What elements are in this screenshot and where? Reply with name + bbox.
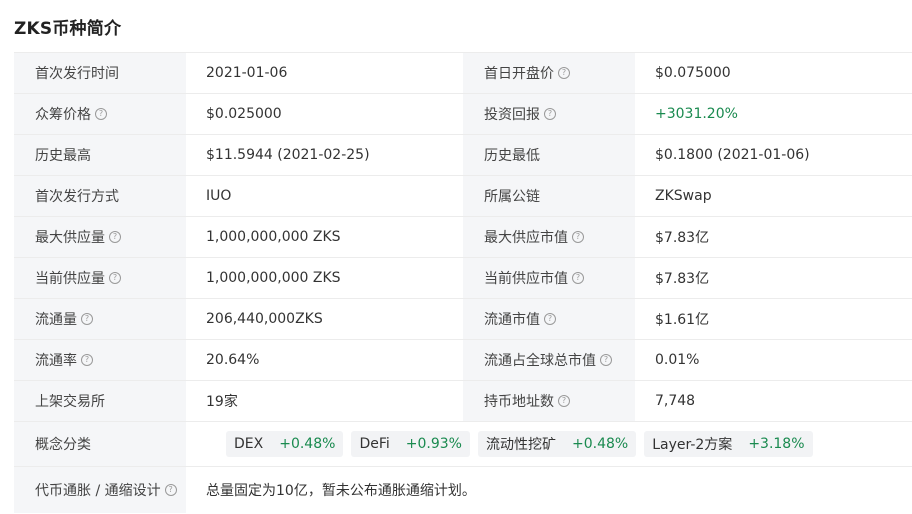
help-icon[interactable]: ?: [95, 108, 107, 120]
value-circulation-rate: 20.64%: [186, 340, 463, 380]
value-all-time-high: $11.5944 (2021-02-25): [186, 135, 463, 175]
label-token-inflation-design: 代币通胀 / 通缩设计?: [14, 467, 186, 513]
table-row: 上架交易所 19家 持币地址数? 7,748: [14, 381, 912, 422]
label-public-chain: 所属公链: [463, 176, 635, 216]
table-row: 首次发行方式 IUO 所属公链 ZKSwap: [14, 176, 912, 217]
help-icon[interactable]: ?: [81, 354, 93, 366]
label-roi: 投资回报?: [463, 94, 635, 134]
concept-tag[interactable]: Layer-2方案 +3.18%: [644, 431, 813, 457]
help-icon[interactable]: ?: [164, 484, 177, 496]
label-concept-category: 概念分类: [14, 422, 186, 466]
value-token-inflation-design: 总量固定为10亿，暂未公布通胀通缩计划。: [186, 467, 912, 513]
page-title: ZKS币种简介: [14, 19, 122, 39]
help-icon[interactable]: ?: [544, 313, 556, 325]
table-row: 流通率? 20.64% 流通占全球总市值? 0.01%: [14, 340, 912, 381]
concept-tag-change: +3.18%: [748, 436, 805, 452]
label-global-market-share: 流通占全球总市值?: [463, 340, 635, 380]
value-max-supply: 1,000,000,000 ZKS: [186, 217, 463, 257]
value-circulating-supply: 206,440,000ZKS: [186, 299, 463, 339]
inflation-row: 代币通胀 / 通缩设计? 总量固定为10亿，暂未公布通胀通缩计划。: [14, 467, 912, 513]
value-roi: +3031.20%: [635, 94, 912, 134]
value-all-time-low: $0.1800 (2021-01-06): [635, 135, 912, 175]
help-icon[interactable]: ?: [572, 231, 584, 243]
concept-tag[interactable]: DeFi +0.93%: [351, 431, 470, 457]
value-first-day-open-price: $0.075000: [635, 53, 912, 93]
label-max-supply-market-cap: 最大供应市值?: [463, 217, 635, 257]
label-holder-addresses: 持币地址数?: [463, 381, 635, 421]
concept-tag-change: +0.93%: [405, 436, 462, 452]
help-icon[interactable]: ?: [600, 354, 612, 366]
table-row: 最大供应量? 1,000,000,000 ZKS 最大供应市值? $7.83亿: [14, 217, 912, 258]
value-first-issue-date: 2021-01-06: [186, 53, 463, 93]
concept-row: 概念分类 DEX +0.48% DeFi +0.93% 流动性挖矿 +0.48% La…: [14, 422, 912, 467]
help-icon[interactable]: ?: [544, 108, 556, 120]
label-first-day-open-price: 首日开盘价?: [463, 53, 635, 93]
table-row: 众筹价格? $0.025000 投资回报? +3031.20%: [14, 94, 912, 135]
value-global-market-share: 0.01%: [635, 340, 912, 380]
help-icon[interactable]: ?: [558, 67, 570, 79]
label-circulation-rate: 流通率?: [14, 340, 186, 380]
label-issue-method: 首次发行方式: [14, 176, 186, 216]
label-current-supply: 当前供应量?: [14, 258, 186, 298]
coin-info-table: 首次发行时间 2021-01-06 首日开盘价? $0.075000 众筹价格?…: [14, 52, 912, 513]
value-holder-addresses: 7,748: [635, 381, 912, 421]
label-crowdfund-price: 众筹价格?: [14, 94, 186, 134]
table-row: 首次发行时间 2021-01-06 首日开盘价? $0.075000: [14, 53, 912, 94]
concept-tag[interactable]: DEX +0.48%: [226, 431, 344, 457]
label-current-supply-market-cap: 当前供应市值?: [463, 258, 635, 298]
value-exchanges: 19家: [186, 381, 463, 421]
label-max-supply: 最大供应量?: [14, 217, 186, 257]
concept-tag-change: +0.48%: [571, 436, 629, 452]
concept-tag-list: DEX +0.48% DeFi +0.93% 流动性挖矿 +0.48% Layer-2…: [206, 431, 813, 457]
label-circulating-market-cap: 流通市值?: [463, 299, 635, 339]
value-current-supply-market-cap: $7.83亿: [635, 258, 912, 298]
concept-tag[interactable]: 流动性挖矿 +0.48%: [477, 431, 637, 457]
help-icon[interactable]: ?: [109, 272, 121, 284]
concept-tag-change: +0.48%: [279, 436, 336, 452]
value-crowdfund-price: $0.025000: [186, 94, 463, 134]
label-first-issue-date: 首次发行时间: [14, 53, 186, 93]
concept-tag-name: DeFi: [359, 436, 390, 452]
help-icon[interactable]: ?: [572, 272, 584, 284]
label-all-time-high: 历史最高: [14, 135, 186, 175]
help-icon[interactable]: ?: [81, 313, 93, 325]
concept-tag-name: Layer-2方案: [652, 437, 733, 453]
label-exchanges: 上架交易所: [14, 381, 186, 421]
concept-tag-name: DEX: [234, 436, 264, 452]
value-issue-method: IUO: [186, 176, 463, 216]
help-icon[interactable]: ?: [109, 231, 121, 243]
value-public-chain: ZKSwap: [635, 176, 912, 216]
value-max-supply-market-cap: $7.83亿: [635, 217, 912, 257]
label-circulating-supply: 流通量?: [14, 299, 186, 339]
help-icon[interactable]: ?: [558, 395, 570, 407]
value-circulating-market-cap: $1.61亿: [635, 299, 912, 339]
table-row: 当前供应量? 1,000,000,000 ZKS 当前供应市值? $7.83亿: [14, 258, 912, 299]
table-row: 历史最高 $11.5944 (2021-02-25) 历史最低 $0.1800 …: [14, 135, 912, 176]
concept-tag-name: 流动性挖矿: [485, 437, 556, 453]
table-row: 流通量? 206,440,000ZKS 流通市值? $1.61亿: [14, 299, 912, 340]
label-all-time-low: 历史最低: [463, 135, 635, 175]
value-current-supply: 1,000,000,000 ZKS: [186, 258, 463, 298]
